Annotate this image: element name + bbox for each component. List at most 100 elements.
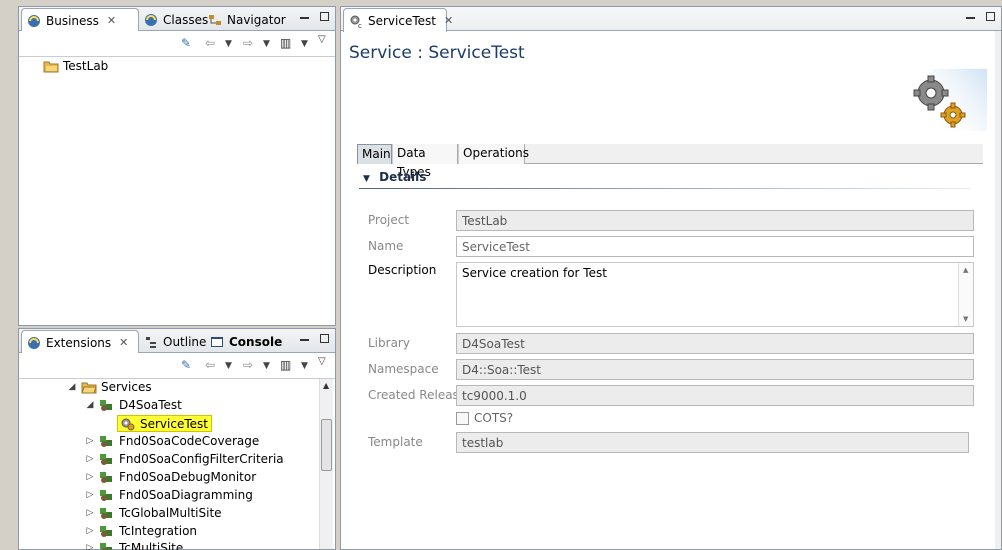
tree-item-testlab[interactable]: TestLab <box>43 59 108 73</box>
back-icon[interactable]: ⇦ <box>205 36 215 50</box>
name-field[interactable]: ServiceTest <box>456 236 974 257</box>
tree-item-label: TestLab <box>63 59 109 73</box>
expand-toggle-icon[interactable]: ▷ <box>85 454 95 464</box>
expand-toggle-icon[interactable]: ▷ <box>85 472 95 482</box>
vertical-scrollbar[interactable]: ▲ <box>319 379 333 549</box>
tree-item-fnd0soadebugmonitor[interactable]: ▷ Fnd0SoaDebugMonitor <box>85 470 257 484</box>
cots-label: COTS? <box>474 411 514 425</box>
forward-dropdown-icon[interactable]: ▼ <box>263 39 270 49</box>
library-icon <box>99 541 115 550</box>
close-icon[interactable]: ✕ <box>119 336 128 349</box>
tree-item-label: D4SoaTest <box>119 398 182 412</box>
tree-item-tcglobalmultisite[interactable]: ▷ TcGlobalMultiSite <box>85 506 222 520</box>
tab-operations[interactable]: Operations <box>458 144 529 164</box>
close-icon[interactable]: ✕ <box>444 14 453 27</box>
scroll-up-icon[interactable]: ▲ <box>963 266 968 274</box>
section-tabs: Main Data Types Operations <box>357 144 983 179</box>
svg-text:c: c <box>358 22 362 29</box>
view-dropdown-icon[interactable]: ▼ <box>301 39 308 49</box>
back-dropdown-icon[interactable]: ▼ <box>225 39 232 49</box>
window-controls <box>965 11 995 24</box>
tab-console[interactable]: Console <box>205 330 288 353</box>
tab-extensions-label: Extensions <box>46 335 112 350</box>
pin-icon[interactable]: ✎ <box>181 358 191 372</box>
outline-icon <box>143 334 159 350</box>
library-icon <box>99 524 115 538</box>
tab-business[interactable]: Business ✕ <box>21 8 139 32</box>
tab-extensions[interactable]: Extensions ✕ <box>21 330 139 354</box>
business-view-toolbar: ✎ ⇦ ▼ ⇨ ▼ ▥ ▼ ▽ <box>19 31 335 57</box>
tab-main[interactable]: Main <box>357 144 392 164</box>
extensions-view-tabbar: Extensions ✕ Outline Console <box>19 329 335 354</box>
view-options-icon[interactable]: ▽ <box>318 356 326 367</box>
navigator-icon <box>207 12 223 28</box>
tree-item-label: Fnd0SoaDebugMonitor <box>119 470 257 484</box>
description-field[interactable]: Service creation for Test ▲ ▼ <box>456 262 974 327</box>
minimize-icon[interactable] <box>965 17 975 19</box>
back-icon[interactable]: ⇦ <box>205 358 215 372</box>
tree-item-servicetest[interactable]: ServiceTest <box>103 415 212 432</box>
maximize-icon[interactable] <box>320 334 329 343</box>
tab-navigator-label: Navigator <box>227 12 286 27</box>
collapse-icon[interactable]: ▼ <box>363 174 370 184</box>
tab-servicetest[interactable]: c ServiceTest ✕ <box>343 8 453 32</box>
tree-item-d4soatest[interactable]: ◢ D4SoaTest <box>85 398 182 412</box>
details-section-header[interactable]: ▼ Details <box>363 170 426 184</box>
tab-console-label: Console <box>229 334 283 349</box>
maximize-icon[interactable] <box>986 12 995 21</box>
pin-icon[interactable]: ✎ <box>181 36 191 50</box>
library-label: Library <box>368 336 410 350</box>
scroll-up-icon[interactable]: ▲ <box>323 381 329 390</box>
expand-toggle-icon[interactable]: ▷ <box>85 526 95 536</box>
expand-toggle-icon[interactable]: ▷ <box>85 508 95 518</box>
forward-icon[interactable]: ⇨ <box>243 36 253 50</box>
scroll-down-icon[interactable]: ▼ <box>963 315 968 323</box>
selected-node-highlight: ServiceTest <box>117 415 212 432</box>
tree-item-tcintegration[interactable]: ▷ TcIntegration <box>85 524 197 538</box>
tab-navigator[interactable]: Navigator <box>203 8 292 31</box>
library-icon <box>99 470 115 484</box>
tree-item-label: Services <box>101 380 152 394</box>
service-editor: c ServiceTest ✕ Service : ServiceTest Ma… <box>340 6 1002 550</box>
tree-item-fnd0soacodecoverage[interactable]: ▷ Fnd0SoaCodeCoverage <box>85 434 260 448</box>
tree-item-fnd0soaconfigfiltercriteria[interactable]: ▷ Fnd0SoaConfigFilterCriteria <box>85 452 284 466</box>
tab-outline[interactable]: Outline <box>139 330 212 353</box>
namespace-label: Namespace <box>368 362 439 376</box>
cots-checkbox[interactable] <box>456 411 469 425</box>
tab-data-types[interactable]: Data Types <box>392 144 458 179</box>
view-dropdown-icon[interactable]: ▼ <box>301 361 308 371</box>
editor-scrollbar[interactable] <box>995 31 1001 549</box>
tree-item-label: TcIntegration <box>119 524 198 538</box>
tree-item-services[interactable]: ◢ Services <box>67 380 152 394</box>
cots-checkbox-row[interactable]: COTS? <box>456 411 513 425</box>
expand-toggle-icon[interactable]: ▷ <box>85 436 95 446</box>
library-icon <box>99 506 115 520</box>
expand-toggle-icon[interactable]: ▷ <box>85 490 95 500</box>
view-menu-icon[interactable]: ▥ <box>280 358 291 372</box>
back-dropdown-icon[interactable]: ▼ <box>225 361 232 371</box>
expand-toggle-icon[interactable]: ◢ <box>85 400 95 410</box>
service-icon <box>120 417 136 431</box>
tab-outline-label: Outline <box>163 334 207 349</box>
tree-item-fnd0soadiagramming[interactable]: ▷ Fnd0SoaDiagramming <box>85 488 253 502</box>
extensions-icon <box>26 335 42 351</box>
close-icon[interactable]: ✕ <box>107 14 116 27</box>
tab-servicetest-label: ServiceTest <box>368 13 436 28</box>
window-controls <box>299 333 329 346</box>
view-options-icon[interactable]: ▽ <box>318 34 326 45</box>
tree-item-tcmultisite[interactable]: ▷ TcMultiSite <box>85 541 183 550</box>
scrollbar-thumb[interactable] <box>321 419 332 471</box>
view-menu-icon[interactable]: ▥ <box>280 36 291 50</box>
page-title: Service : ServiceTest <box>349 43 525 63</box>
maximize-icon[interactable] <box>320 12 329 21</box>
minimize-icon[interactable] <box>299 17 309 19</box>
project-label: Project <box>368 213 410 227</box>
expand-toggle-icon[interactable]: ◢ <box>67 382 77 392</box>
forward-icon[interactable]: ⇨ <box>243 358 253 372</box>
minimize-icon[interactable] <box>299 339 309 341</box>
description-scrollbar[interactable]: ▲ ▼ <box>958 263 973 326</box>
tree-item-label: TcGlobalMultiSite <box>119 506 222 520</box>
forward-dropdown-icon[interactable]: ▼ <box>263 361 270 371</box>
expand-toggle-icon[interactable]: ▷ <box>85 543 95 550</box>
library-field: D4SoaTest <box>456 333 974 354</box>
